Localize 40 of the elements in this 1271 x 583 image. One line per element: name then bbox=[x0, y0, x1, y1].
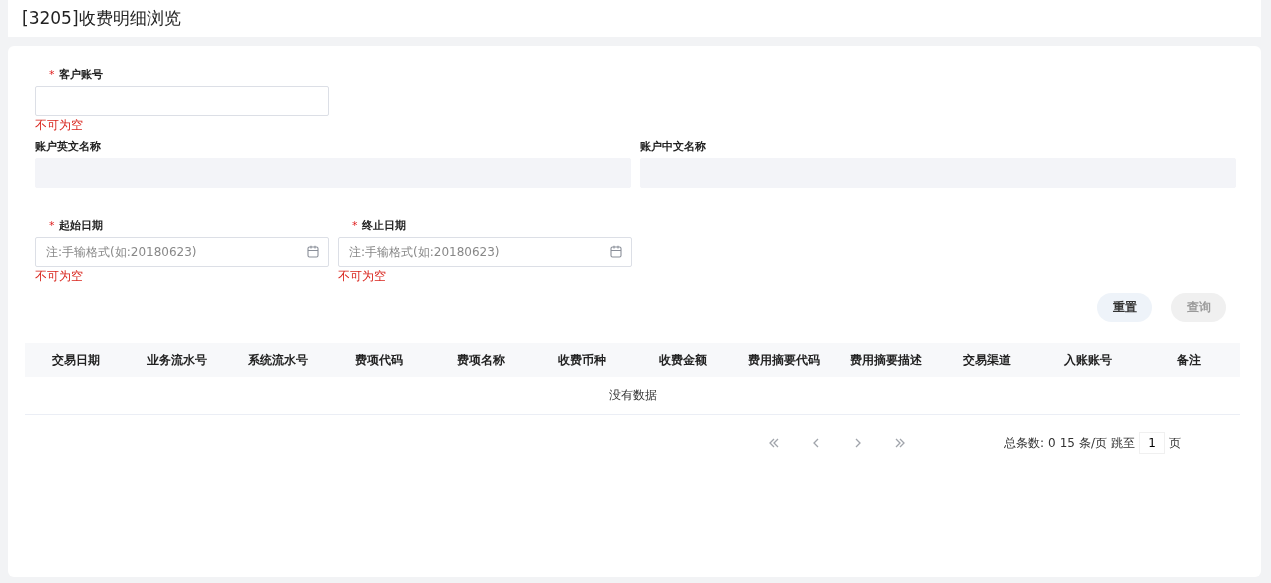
field-label: 账户中文名称 bbox=[640, 138, 706, 154]
double-chevron-icon[interactable] bbox=[894, 438, 906, 448]
page-input[interactable]: 1 bbox=[1139, 432, 1165, 454]
required-mark: * bbox=[352, 218, 358, 232]
column-header: 费项名称 bbox=[455, 351, 506, 369]
column-header: 业务流水号 bbox=[145, 351, 208, 369]
column-header: 交易日期 bbox=[50, 351, 101, 369]
input-field[interactable] bbox=[35, 86, 329, 116]
column-header: 收费金额 bbox=[658, 351, 709, 369]
calendar-icon[interactable] bbox=[307, 245, 319, 258]
jump-label: 跳至 bbox=[1111, 434, 1135, 452]
column-header: 入账账号 bbox=[1063, 351, 1114, 369]
column-header: 费项代码 bbox=[354, 351, 405, 369]
field-label: 客户账号 bbox=[58, 66, 103, 82]
reset-button[interactable]: 重置 bbox=[1097, 293, 1152, 322]
error-message: 不可为空 bbox=[338, 269, 386, 283]
column-header: 收费币种 bbox=[556, 351, 607, 369]
required-mark: * bbox=[49, 218, 55, 232]
field-label: 账户英文名称 bbox=[35, 138, 101, 154]
column-header: 费用摘要描述 bbox=[848, 351, 923, 369]
field-label: 起始日期 bbox=[58, 217, 103, 233]
column-header: 系统流水号 bbox=[247, 351, 310, 369]
double-chevron-icon[interactable] bbox=[768, 438, 780, 448]
page-unit: 页 bbox=[1169, 434, 1181, 452]
date-field[interactable]: 注:手输格式(如:20180623) bbox=[35, 237, 329, 267]
calendar-icon[interactable] bbox=[610, 245, 622, 258]
page-size-unit: 条/页 bbox=[1078, 434, 1107, 452]
column-header: 费用摘要代码 bbox=[747, 351, 822, 369]
column-header: 备注 bbox=[1176, 351, 1203, 369]
field-label: 终止日期 bbox=[361, 217, 406, 233]
error-message: 不可为空 bbox=[35, 269, 83, 283]
total-count: 0 bbox=[1048, 436, 1056, 450]
error-message: 不可为空 bbox=[35, 118, 83, 132]
total-label: 总条数: bbox=[1004, 434, 1045, 452]
column-header: 交易渠道 bbox=[961, 351, 1012, 369]
page-title: [3205]收费明细浏览 bbox=[22, 7, 181, 30]
required-mark: * bbox=[49, 67, 55, 81]
empty-message: 没有数据 bbox=[608, 387, 657, 404]
date-field[interactable]: 注:手输格式(如:20180623) bbox=[338, 237, 632, 267]
page-size: 15 bbox=[1059, 436, 1075, 450]
